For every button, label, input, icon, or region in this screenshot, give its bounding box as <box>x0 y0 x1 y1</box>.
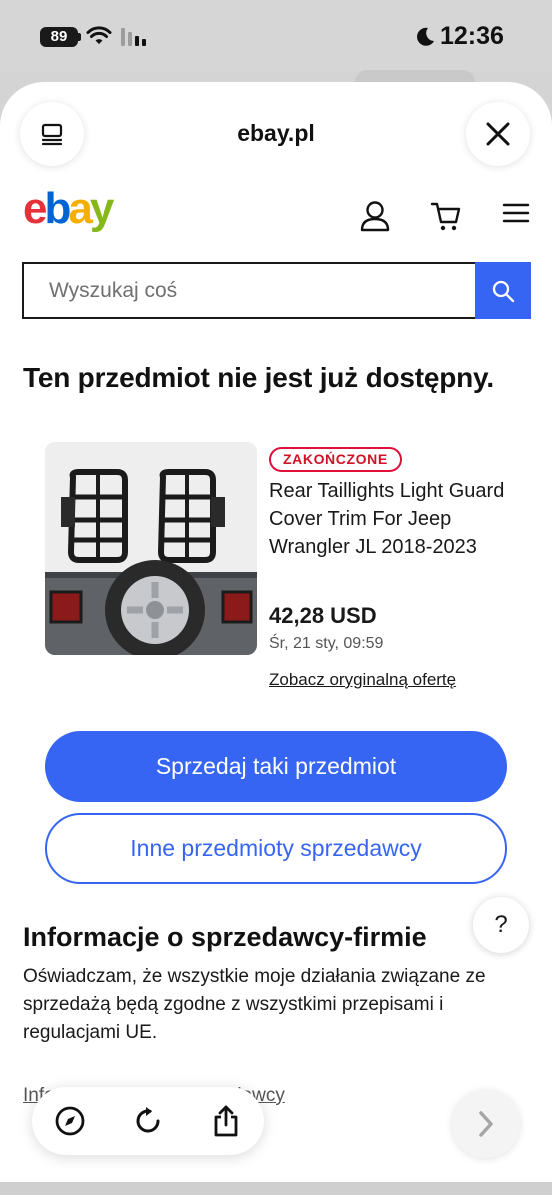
share-icon <box>214 1105 238 1137</box>
battery-tip <box>78 33 81 41</box>
logo-letter-a: a <box>68 184 93 233</box>
share-button[interactable] <box>210 1105 242 1137</box>
home-indicator-area <box>0 1182 552 1195</box>
original-offer-link[interactable]: Zobacz oryginalną ofertę <box>269 670 456 690</box>
search-icon <box>492 280 515 302</box>
item-title[interactable]: Rear Taillights Light Guard Cover Trim F… <box>269 477 519 561</box>
moon-icon <box>417 27 434 46</box>
bottom-toolbar <box>32 1087 264 1155</box>
browser-sheet: ebay.pl ebay Ten przedmiot nie jest już … <box>0 82 552 1182</box>
cart-icon[interactable] <box>430 200 462 232</box>
item-end-date: Śr, 21 sty, 09:59 <box>269 635 384 652</box>
other-seller-items-button[interactable]: Inne przedmioty sprzedawcy <box>45 813 507 884</box>
sell-similar-button[interactable]: Sprzedaj taki przedmiot <box>45 731 507 802</box>
help-button[interactable]: ? <box>473 897 529 953</box>
status-time: 12:36 <box>440 22 504 50</box>
logo-letter-b: b <box>44 184 71 233</box>
ebay-logo[interactable]: ebay <box>23 184 115 233</box>
battery-indicator: 89 <box>40 27 78 47</box>
compass-icon <box>55 1106 85 1136</box>
open-in-browser-button[interactable] <box>54 1105 86 1137</box>
search-bar <box>22 262 531 319</box>
item-image[interactable] <box>45 442 257 655</box>
menu-icon[interactable] <box>502 200 530 226</box>
forward-button[interactable] <box>452 1090 520 1158</box>
taillight-guard-product-image <box>45 442 257 655</box>
close-icon <box>486 122 510 146</box>
seller-info-heading: Informacje o sprzedawcy-firmie <box>23 922 427 952</box>
status-bar: 89 12:36 <box>0 0 552 72</box>
logo-letter-e: e <box>23 184 48 233</box>
chevron-right-icon <box>479 1111 493 1137</box>
logo-letter-y: y <box>89 184 115 233</box>
reload-button[interactable] <box>132 1105 164 1137</box>
close-button[interactable] <box>466 102 530 166</box>
seller-info-text: Oświadczam, że wszystkie moje działania … <box>23 966 486 1043</box>
user-icon[interactable] <box>360 200 390 232</box>
reload-icon <box>136 1107 160 1133</box>
search-input[interactable] <box>24 264 475 317</box>
page-heading: Ten przedmiot nie jest już dostępny. <box>23 362 494 393</box>
search-button[interactable] <box>475 262 531 319</box>
status-badge: ZAKOŃCZONE <box>269 447 402 472</box>
wifi-icon <box>86 26 112 44</box>
signal-icon <box>121 28 146 46</box>
item-price: 42,28 USD <box>269 603 377 628</box>
